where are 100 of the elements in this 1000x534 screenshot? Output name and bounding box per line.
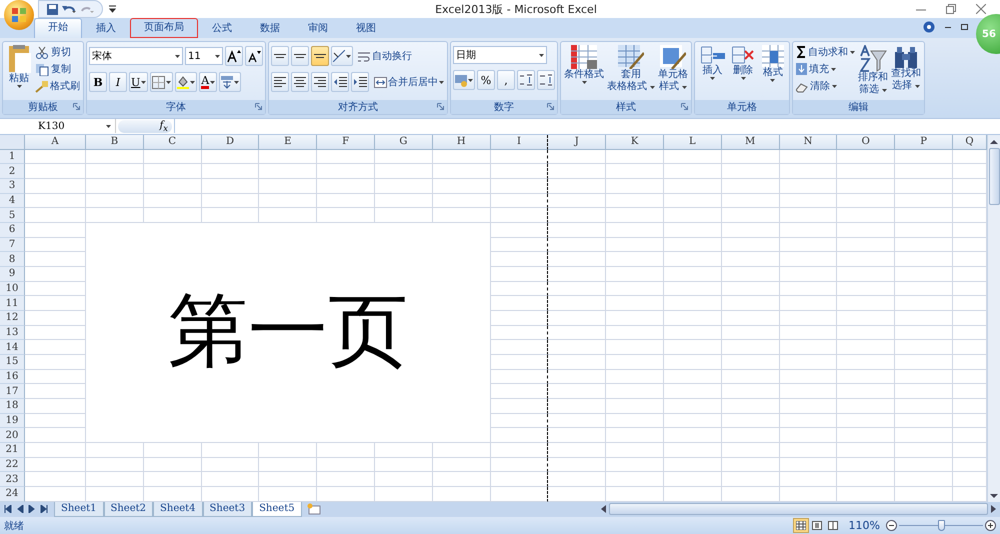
scroll-thumb[interactable] [988,148,1000,205]
toolbar-button[interactable] [291,72,309,92]
toolbar-button[interactable] [331,72,349,92]
dialog-launcher-icon[interactable] [547,103,554,110]
scroll-right-icon[interactable] [991,505,996,514]
toolbar-button[interactable] [271,46,289,66]
minimize-icon[interactable] [945,26,951,28]
toolbar-button[interactable] [219,72,242,92]
help-icon[interactable] [923,21,935,33]
dropdown-field[interactable]: 11 [185,47,223,65]
ribbon-button[interactable]: 删除 [731,44,756,81]
ribbon-button[interactable]: 排序和 筛选 [857,44,890,97]
column-header[interactable]: M [722,134,780,150]
format-button[interactable]: B [89,72,107,92]
row-header[interactable]: 24 [0,486,25,502]
ribbon-button[interactable]: 填充 [795,61,856,77]
column-header[interactable]: N [780,134,838,150]
row-header[interactable]: 22 [0,458,25,472]
zoom-in-icon[interactable] [985,520,996,532]
column-header[interactable]: H [432,134,491,150]
dropdown-field[interactable]: 宋体 [89,47,183,65]
sheet-tab[interactable]: Sheet2 [104,502,154,517]
row-header[interactable]: 6 [0,223,25,238]
row-header[interactable]: 8 [0,252,25,268]
insert-sheet-icon[interactable] [306,503,322,516]
ribbon-button[interactable]: 套用 表格格式 [606,44,656,94]
ribbon-tab[interactable]: 审阅 [294,19,342,38]
ribbon-tab[interactable]: 页面布局 [130,18,198,38]
vertical-scrollbar[interactable] [987,134,1000,502]
row-header[interactable]: 19 [0,414,25,428]
ribbon-button[interactable]: 自动换行 [357,47,413,65]
toolbar-button[interactable] [311,72,329,92]
column-header[interactable]: P [895,134,953,150]
toolbar-button[interactable] [291,46,309,66]
zoom-level[interactable]: 110% [848,519,880,532]
row-header[interactable]: 15 [0,354,25,370]
slider-thumb[interactable] [938,520,945,532]
ribbon-button[interactable]: 合并后居中 [373,73,445,91]
toolbar-button[interactable] [537,70,555,90]
dropdown-field[interactable]: 日期 [453,46,547,64]
dialog-launcher-icon[interactable] [73,103,80,110]
scroll-up-icon[interactable] [990,140,998,144]
ribbon-button[interactable]: 清除 [795,78,856,94]
scroll-left-icon[interactable] [601,505,606,514]
ribbon-button[interactable]: 插入 [700,44,726,81]
ribbon-tab[interactable]: 数据 [246,19,294,38]
office-button[interactable] [4,0,34,30]
ribbon-button[interactable]: 条件格式 [563,44,605,85]
toolbar-button[interactable] [225,46,243,66]
name-box[interactable]: K130 [0,119,116,134]
row-header[interactable]: 9 [0,267,25,282]
column-header[interactable]: Q [952,134,987,150]
dialog-launcher-icon[interactable] [437,103,444,110]
format-button[interactable]: U [129,72,148,92]
toolbar-button[interactable] [175,72,198,92]
row-header[interactable]: 16 [0,370,25,384]
toolbar-button[interactable] [331,46,353,66]
normal-view-icon[interactable] [792,518,809,534]
ribbon-button[interactable]: 单元格 样式 [657,44,690,94]
row-header[interactable]: 18 [0,398,25,414]
ribbon-button[interactable]: 查找和 选择 [890,44,922,93]
row-header[interactable]: 20 [0,428,25,443]
column-header[interactable]: B [86,134,144,150]
format-button[interactable]: , [497,70,515,90]
row-header[interactable]: 13 [0,326,25,340]
sheet-tab[interactable]: Sheet1 [54,502,104,517]
ribbon-button[interactable]: 剪切 [34,44,81,60]
row-header[interactable]: 1 [0,150,25,164]
zoom-out-icon[interactable] [886,520,897,532]
ribbon-button[interactable]: 粘贴 [5,44,33,89]
row-header[interactable]: 17 [0,384,25,399]
dialog-launcher-icon[interactable] [681,103,688,110]
dialog-launcher-icon[interactable] [255,103,262,110]
row-header[interactable]: 10 [0,282,25,296]
row-header[interactable]: 4 [0,194,25,208]
insert-function-button[interactable]: f$_{x}$ [118,120,172,133]
column-header[interactable]: G [374,134,433,150]
row-header[interactable]: 14 [0,340,25,355]
ribbon-button[interactable]: 格式刷 [34,78,81,94]
column-header[interactable]: A [25,134,86,150]
sheet-tab[interactable]: Sheet4 [153,502,203,517]
row-header[interactable]: 23 [0,472,25,487]
zoom-slider[interactable] [899,520,983,532]
ribbon-tab[interactable]: 视图 [342,19,390,38]
format-button[interactable]: A [199,72,218,92]
toolbar-button[interactable] [311,46,329,66]
toolbar-button[interactable] [271,72,289,92]
row-header[interactable]: 3 [0,179,25,194]
sheet-tab[interactable]: Sheet5 [252,502,302,517]
row-header[interactable]: 11 [0,296,25,311]
toolbar-button[interactable] [245,46,263,66]
sheet-tab[interactable]: Sheet3 [202,502,252,517]
column-header[interactable]: J [548,134,606,150]
ribbon-tab[interactable]: 插入 [82,19,130,38]
column-header[interactable]: K [606,134,664,150]
format-button[interactable]: % [477,70,495,90]
sheet-nav-icon[interactable] [4,505,12,514]
column-header[interactable]: C [144,134,202,150]
row-header[interactable]: 12 [0,310,25,326]
undo-icon[interactable] [62,4,76,14]
